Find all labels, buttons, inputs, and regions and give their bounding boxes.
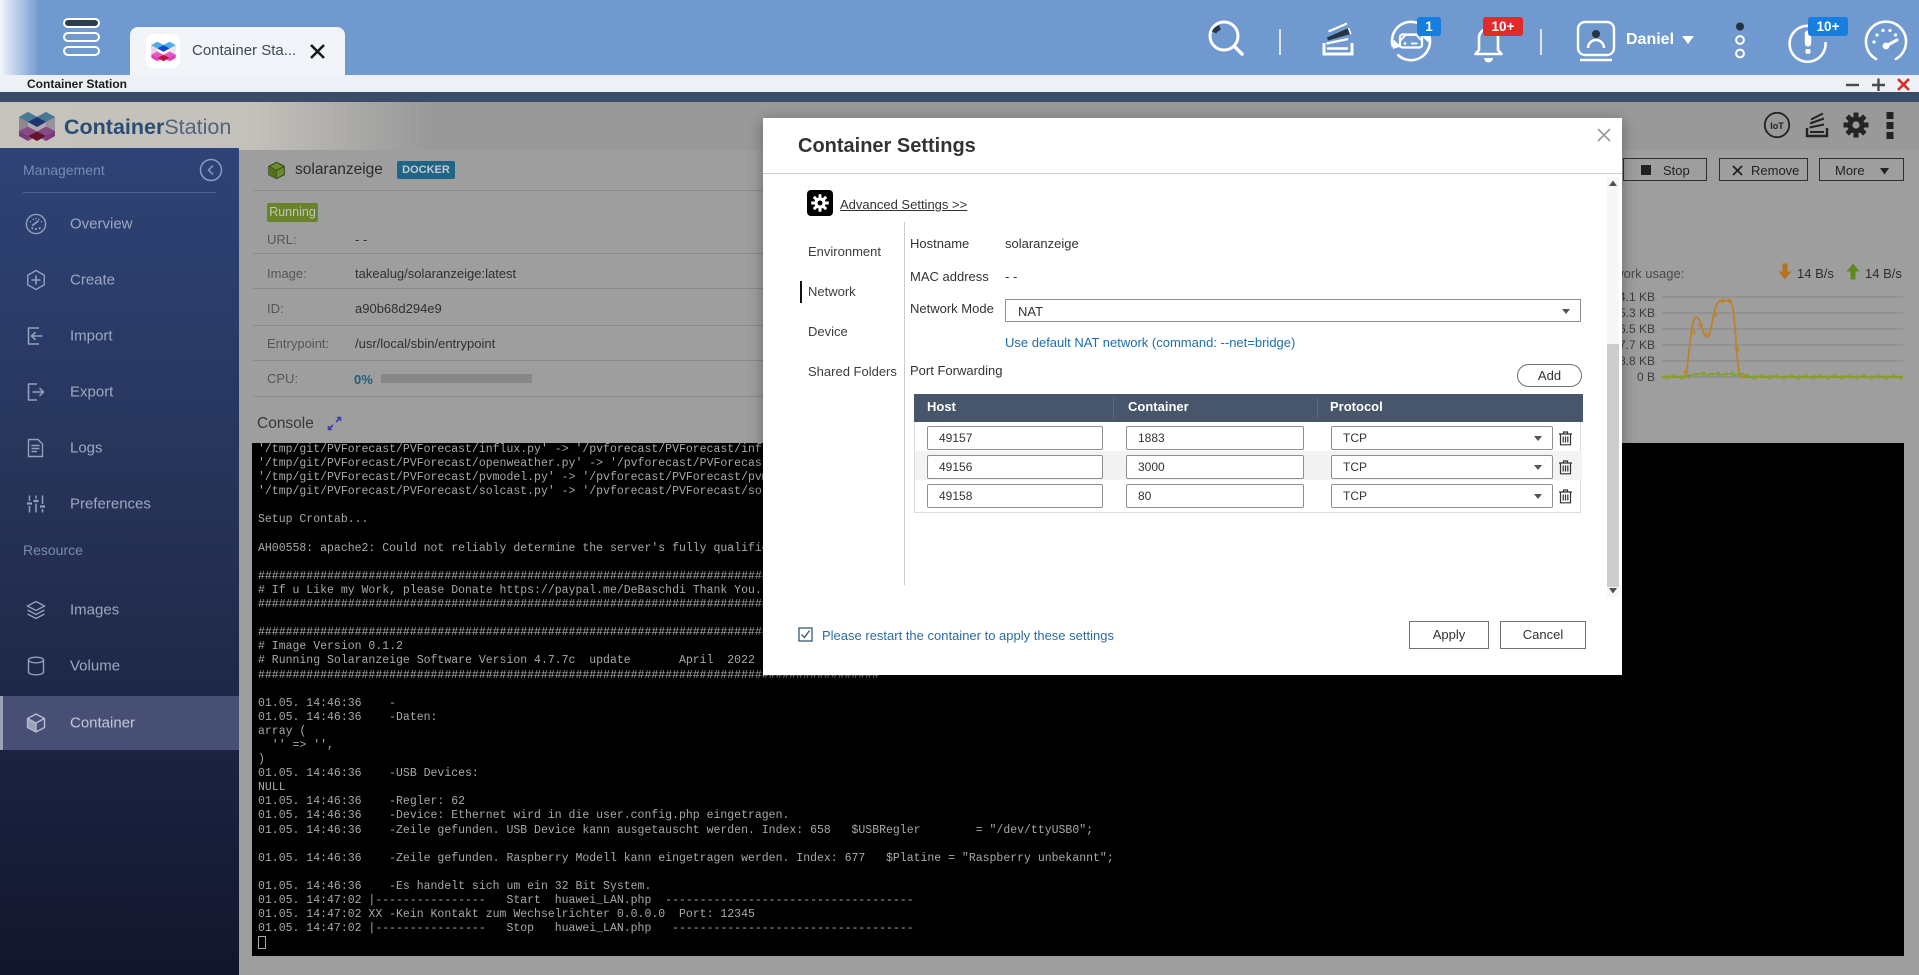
svg-text:IoT: IoT xyxy=(1770,121,1784,131)
